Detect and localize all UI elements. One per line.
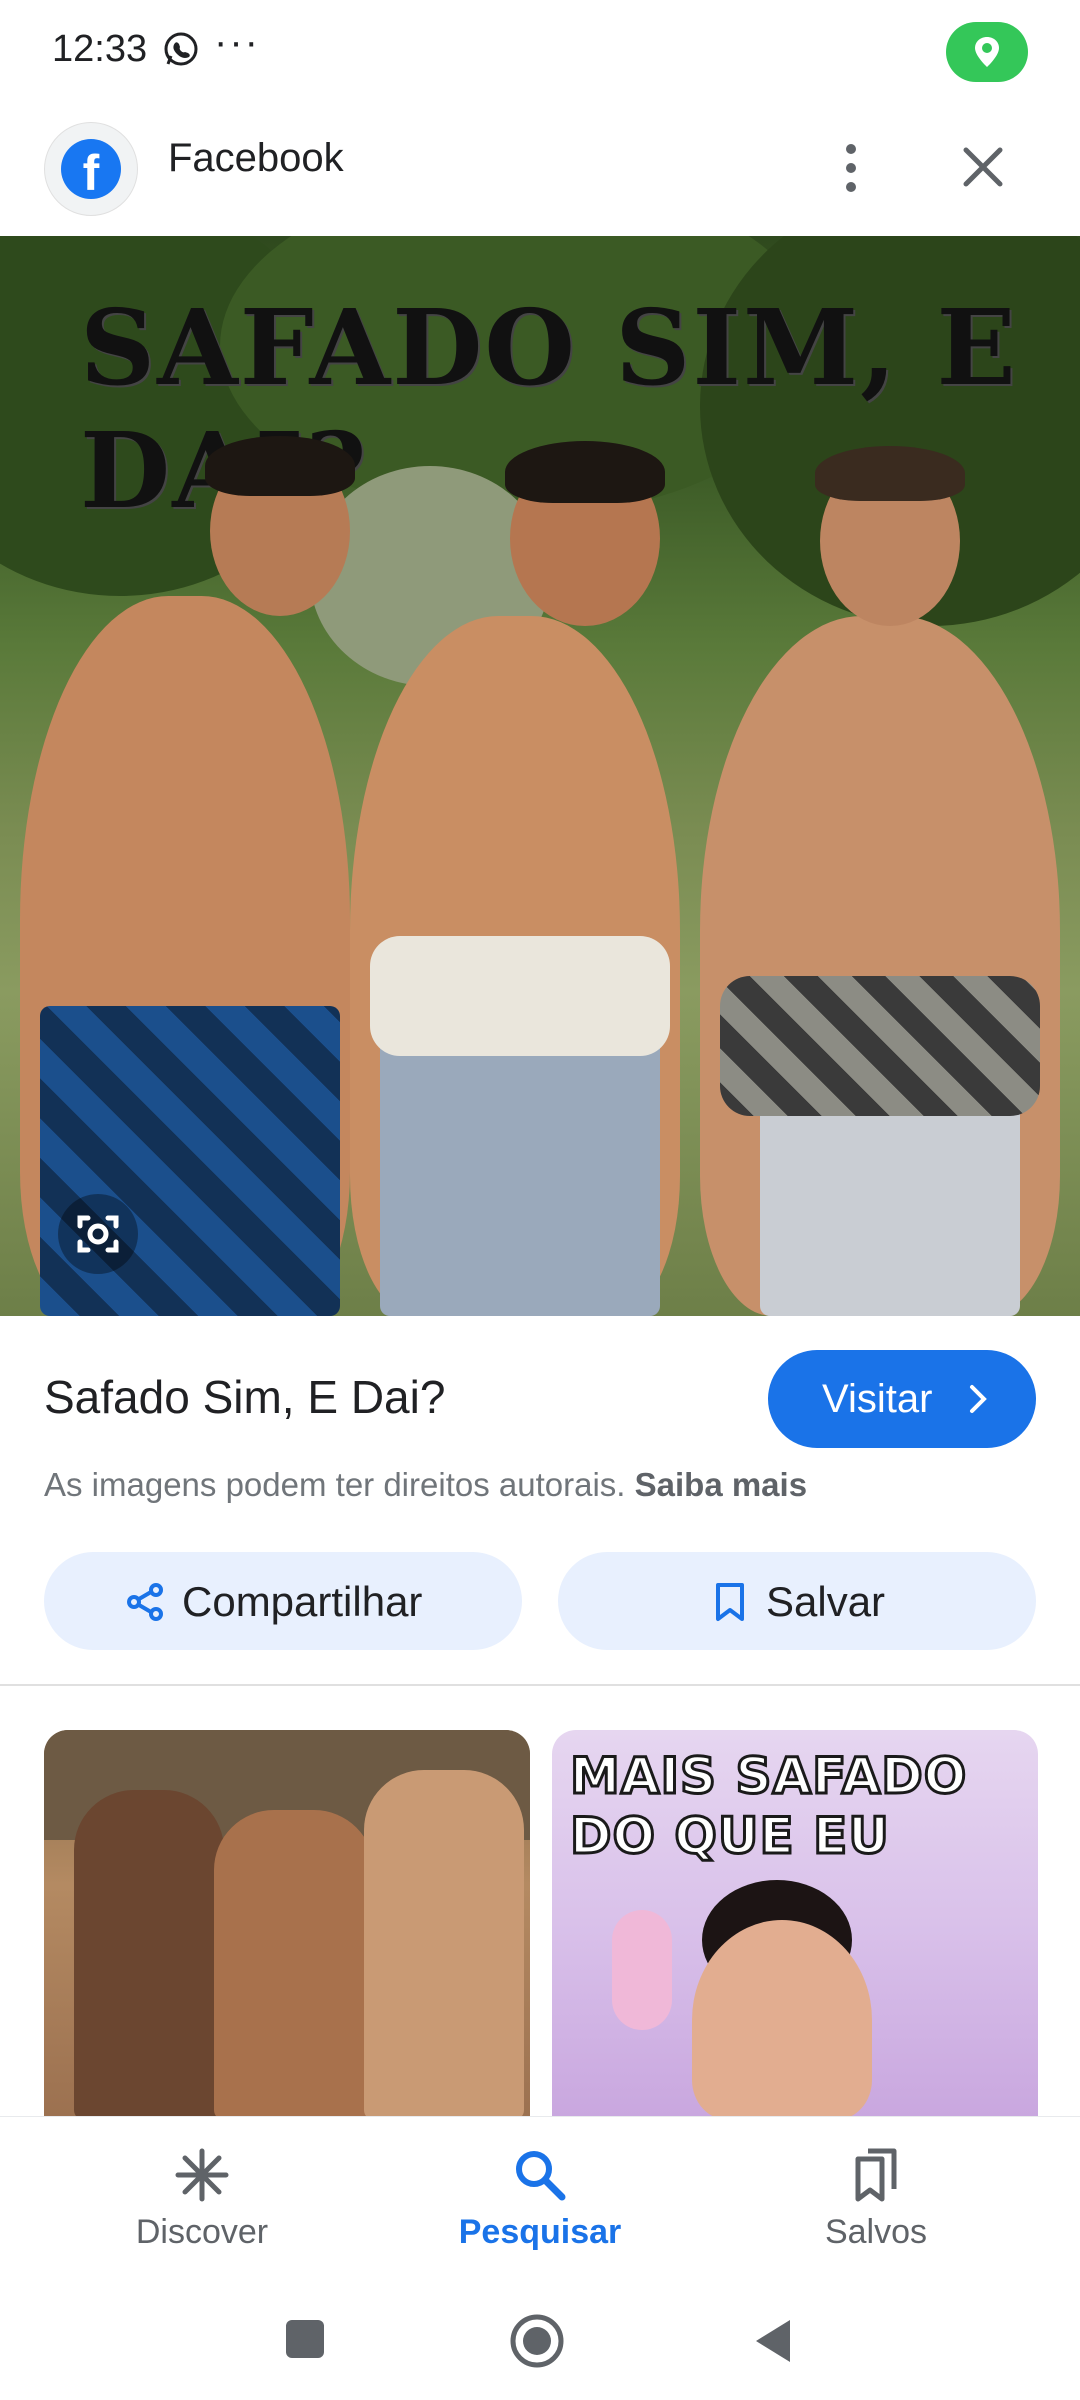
person-right-hair bbox=[815, 446, 965, 501]
nav-saved[interactable]: Salvos bbox=[726, 2117, 1026, 2295]
copyright-text: As imagens podem ter direitos autorais. bbox=[44, 1466, 626, 1503]
status-overflow-dots: ··· bbox=[214, 20, 260, 64]
visit-button[interactable]: Visitar bbox=[768, 1350, 1036, 1448]
source-header: f Facebook bbox=[0, 110, 1080, 230]
person-center-hair bbox=[505, 441, 665, 503]
bookmark-icon bbox=[716, 1583, 744, 1621]
related-image-1[interactable] bbox=[44, 1730, 530, 2116]
share-button-label: Compartilhar bbox=[182, 1578, 423, 1625]
whatsapp-icon bbox=[164, 32, 198, 66]
back-triangle-icon[interactable] bbox=[750, 2316, 796, 2366]
preview-image[interactable]: SAFADO SIM, E DAI? bbox=[0, 236, 1080, 1316]
more-options-button[interactable] bbox=[826, 138, 874, 198]
site-favicon: f bbox=[44, 122, 138, 216]
system-navigation-bar bbox=[0, 2294, 1080, 2400]
share-icon bbox=[127, 1583, 163, 1621]
thumb2-caption-line2: DO QUE EU bbox=[568, 1806, 890, 1867]
location-indicator[interactable] bbox=[946, 22, 1028, 82]
save-button[interactable]: Salvar bbox=[558, 1552, 1036, 1650]
facebook-logo-icon: f bbox=[61, 139, 121, 201]
home-circle-icon[interactable] bbox=[508, 2312, 566, 2370]
result-title: Safado Sim, E Dai? bbox=[44, 1371, 446, 1423]
visit-button-label: Visitar bbox=[822, 1377, 933, 1421]
section-divider bbox=[0, 1684, 1080, 1686]
saved-bookmarks-icon bbox=[855, 2148, 897, 2202]
status-bar: 12:33 ··· bbox=[0, 0, 1080, 100]
nav-discover-label: Discover bbox=[135, 2213, 269, 2251]
copyright-notice: As imagens podem ter direitos autorais. … bbox=[44, 1466, 807, 1504]
nav-discover[interactable]: Discover bbox=[52, 2117, 352, 2295]
learn-more-link[interactable]: Saiba mais bbox=[635, 1466, 807, 1503]
nav-search-label: Pesquisar bbox=[458, 2213, 622, 2251]
thumb2-caption: MAIS SAFADO DO QUE EU bbox=[568, 1746, 968, 1867]
related-image-2[interactable]: MAIS SAFADO DO QUE EU bbox=[552, 1730, 1038, 2116]
lens-icon bbox=[77, 1215, 119, 1253]
search-icon bbox=[516, 2151, 566, 2201]
recents-square-icon[interactable] bbox=[282, 2316, 328, 2362]
nav-saved-label: Salvos bbox=[824, 2213, 928, 2251]
person-center-shirt bbox=[370, 936, 670, 1056]
status-time: 12:33 bbox=[52, 28, 148, 70]
person-right-shirt bbox=[720, 976, 1040, 1116]
chevron-right-icon bbox=[970, 1385, 987, 1413]
close-icon[interactable] bbox=[956, 140, 1010, 194]
bottom-navigation: Discover Pesquisar Salvos bbox=[0, 2116, 1080, 2295]
nav-search[interactable]: Pesquisar bbox=[390, 2117, 690, 2295]
thumb2-caption-line1: MAIS SAFADO bbox=[568, 1746, 968, 1807]
location-icon bbox=[975, 37, 999, 67]
source-site-name[interactable]: Facebook bbox=[168, 136, 344, 181]
share-button[interactable]: Compartilhar bbox=[44, 1552, 522, 1650]
google-lens-button[interactable] bbox=[58, 1194, 138, 1274]
person-left-hair bbox=[205, 436, 355, 496]
discover-asterisk-icon bbox=[175, 2148, 229, 2202]
save-button-label: Salvar bbox=[766, 1578, 886, 1625]
